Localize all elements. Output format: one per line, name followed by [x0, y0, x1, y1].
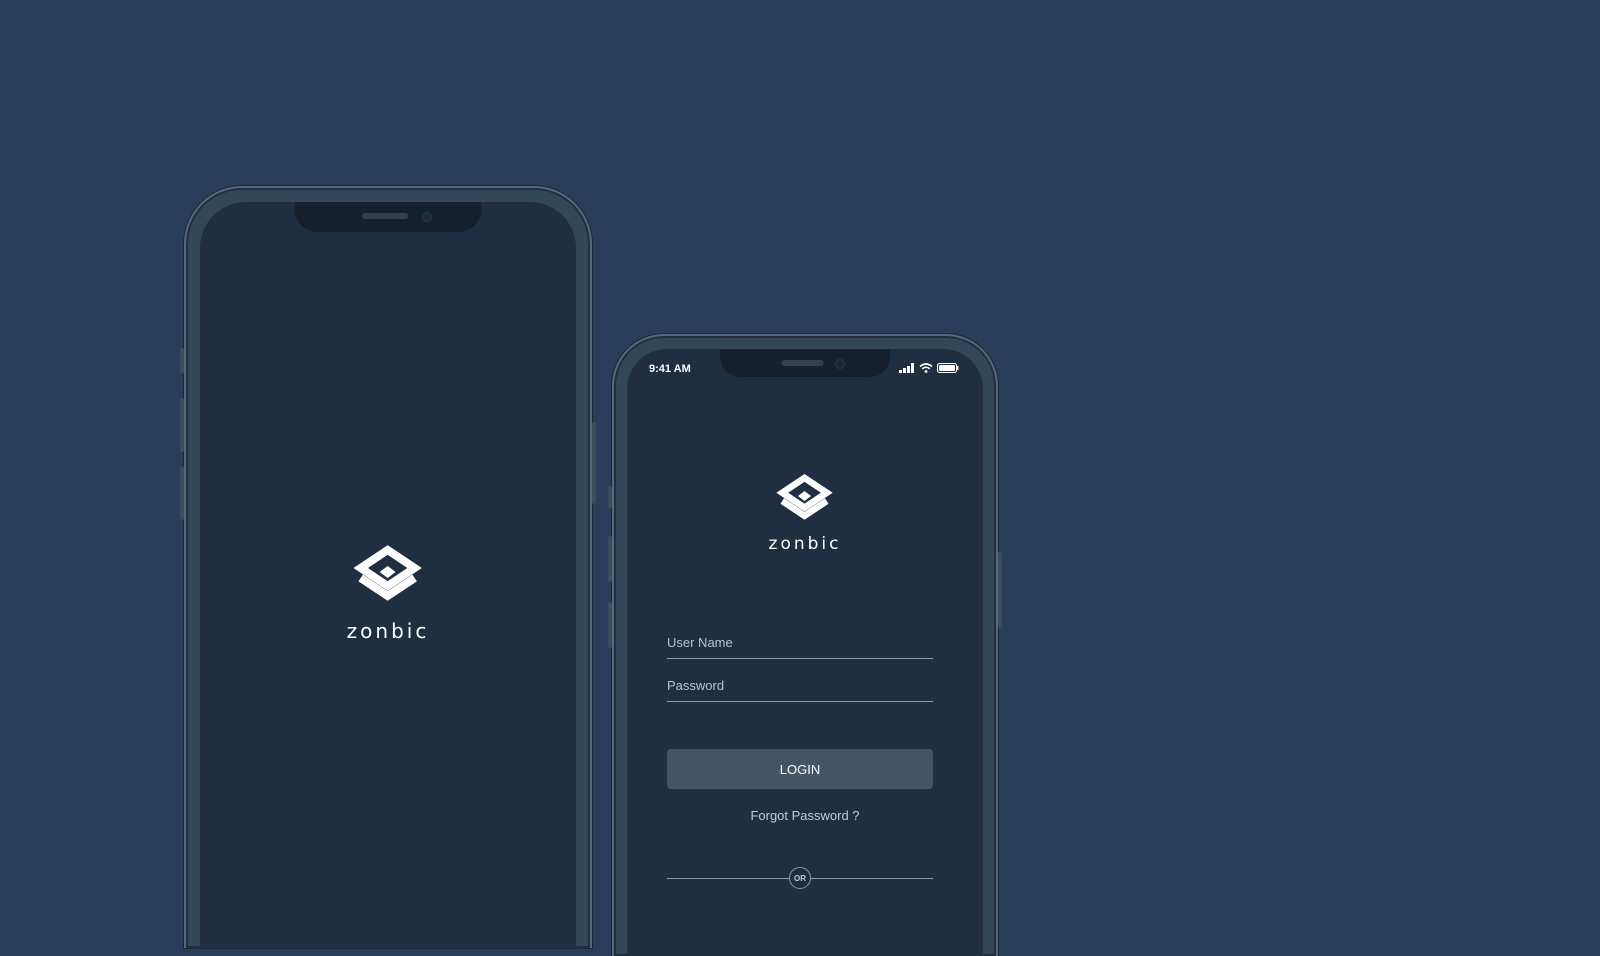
brand-name: zonbic — [768, 534, 842, 554]
brand-name: zonbic — [346, 619, 430, 643]
phone-notch — [295, 202, 481, 232]
phone-volume-up-button — [608, 536, 612, 582]
login-phone: 9:41 AM zonbic User Name Password LOGIN … — [608, 334, 1002, 956]
phone-side-button — [608, 486, 612, 508]
login-button[interactable]: LOGIN — [667, 749, 933, 789]
signal-icon — [899, 363, 914, 373]
phone-power-button — [998, 552, 1002, 628]
forgot-password-link[interactable]: Forgot Password ? — [627, 808, 983, 823]
phone-power-button — [592, 422, 596, 504]
speaker-grille — [362, 213, 409, 219]
splash-logo: zonbic — [347, 544, 430, 643]
battery-icon — [937, 363, 959, 373]
zonbic-logo-icon — [776, 473, 834, 520]
splash-phone: zonbic — [180, 186, 596, 948]
phone-side-button — [180, 348, 184, 374]
status-icons — [899, 363, 959, 373]
status-time: 9:41 AM — [649, 363, 691, 375]
phone-volume-down-button — [608, 602, 612, 648]
login-screen: 9:41 AM zonbic User Name Password LOGIN … — [627, 349, 983, 956]
splash-screen: zonbic — [200, 202, 576, 948]
phone-volume-down-button — [180, 466, 184, 520]
wifi-icon — [919, 363, 933, 373]
or-label: OR — [789, 867, 811, 889]
zonbic-logo-icon — [353, 545, 423, 601]
login-logo: zonbic — [769, 473, 842, 554]
phone-volume-up-button — [180, 398, 184, 452]
username-field[interactable]: User Name — [667, 635, 933, 659]
front-camera — [422, 212, 432, 222]
password-field[interactable]: Password — [667, 678, 933, 702]
status-bar: 9:41 AM — [647, 359, 963, 375]
